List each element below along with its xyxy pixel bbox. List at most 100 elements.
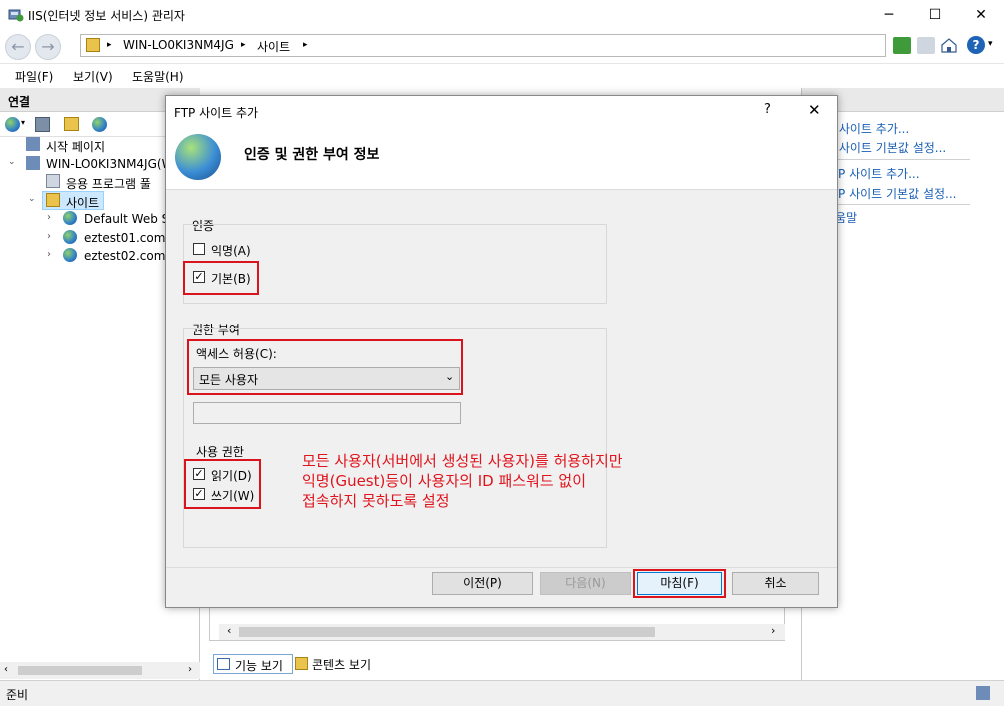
scroll-right-icon[interactable]: ›: [771, 624, 775, 637]
breadcrumb-server[interactable]: WIN-LO0KI3NM4JG: [123, 38, 234, 52]
breadcrumb-separator: ▸: [241, 40, 246, 50]
connect-icon[interactable]: [5, 117, 20, 132]
refresh-icon[interactable]: [893, 37, 911, 54]
anonymous-label[interactable]: 익명(A): [211, 242, 251, 259]
window-titlebar: IIS(인터넷 정보 서비스) 관리자 ─ ☐ ✕: [0, 0, 1004, 31]
website-globe-icon: [63, 230, 77, 244]
dialog-footer-divider: [166, 567, 837, 568]
scrollbar-thumb[interactable]: [239, 627, 655, 637]
permissions-label: 사용 권한: [196, 445, 244, 459]
app-pool-icon: [46, 174, 60, 188]
expand-icon[interactable]: ›: [47, 212, 51, 223]
tab-content-label: 콘텐츠 보기: [312, 658, 372, 672]
save-icon[interactable]: [35, 117, 50, 132]
breadcrumb-separator: ▸: [303, 40, 308, 50]
website-globe-icon: [63, 248, 77, 262]
collapse-icon[interactable]: ⌄: [8, 157, 16, 167]
dialog-title: FTP 사이트 추가: [174, 106, 259, 120]
globe-icon: [175, 134, 221, 180]
menu-file[interactable]: 파일(F): [15, 68, 53, 85]
actions-divider: [824, 204, 970, 205]
scrollbar-thumb[interactable]: [18, 666, 142, 675]
dialog-close-button[interactable]: ✕: [808, 101, 821, 119]
annotation-line-1: 모든 사용자(서버에서 생성된 사용자)를 허용하지만: [302, 452, 623, 470]
dialog-help-button[interactable]: ?: [764, 102, 771, 117]
add-ftp-site-dialog: FTP 사이트 추가 ? ✕ 인증 및 권한 부여 정보 인증 익명(A) ✓ …: [165, 95, 838, 608]
server-icon: [26, 156, 40, 170]
navigation-bar: ← → ▸ WIN-LO0KI3NM4JG ▸ 사이트 ▸ ? ▾: [0, 31, 1004, 61]
scroll-right-icon[interactable]: ›: [188, 664, 192, 675]
start-page-icon: [26, 137, 40, 151]
minimize-button[interactable]: ─: [866, 0, 912, 31]
status-text: 준비: [6, 688, 29, 702]
help-dropdown-icon[interactable]: ▾: [988, 39, 993, 49]
center-scrollbar[interactable]: ‹ ›: [219, 624, 785, 640]
expand-icon[interactable]: ›: [47, 249, 51, 260]
help-icon[interactable]: ?: [967, 36, 985, 54]
back-arrow-icon[interactable]: ←: [5, 34, 31, 60]
breadcrumb-sites[interactable]: 사이트: [257, 38, 290, 55]
connections-scrollbar[interactable]: ‹ ›: [0, 662, 200, 679]
close-button[interactable]: ✕: [958, 0, 1004, 31]
tree-sites[interactable]: 사이트: [66, 194, 99, 211]
status-server-icon: [976, 686, 990, 700]
access-dropdown[interactable]: 모든 사용자 ⌄: [193, 367, 460, 390]
tree-server[interactable]: WIN-LO0KI3NM4JG(W: [46, 157, 173, 171]
annotation-line-2: 익명(Guest)등이 사용자의 ID 패스워드 없이: [302, 472, 587, 490]
collapse-icon[interactable]: ⌄: [28, 194, 36, 204]
write-label[interactable]: 쓰기(W): [211, 487, 254, 504]
scroll-left-icon[interactable]: ‹: [227, 624, 231, 637]
connect-dropdown-icon[interactable]: ▾: [21, 118, 25, 127]
access-dropdown-value: 모든 사용자: [199, 373, 259, 387]
disconnect-icon[interactable]: [92, 117, 107, 132]
tree-site-eztest01[interactable]: eztest01.com: [84, 231, 165, 245]
previous-button[interactable]: 이전(P): [432, 572, 533, 595]
next-button[interactable]: 다음(N): [540, 572, 631, 595]
actions-divider: [824, 159, 970, 160]
basic-label[interactable]: 기본(B): [211, 270, 251, 287]
user-role-textbox[interactable]: [193, 402, 461, 424]
maximize-button[interactable]: ☐: [912, 0, 958, 31]
menu-view[interactable]: 보기(V): [73, 68, 113, 85]
tree-app-pools[interactable]: 응용 프로그램 풀: [66, 175, 151, 192]
finish-button[interactable]: 마침(F): [637, 572, 722, 595]
tab-features-view[interactable]: 기능 보기: [213, 654, 293, 674]
iis-app-icon: [8, 8, 24, 22]
expand-icon[interactable]: ›: [47, 231, 51, 242]
features-view-icon: [217, 658, 230, 670]
content-view-icon: [295, 657, 308, 670]
action-ftp-defaults[interactable]: FTP 사이트 기본값 설정...: [824, 185, 956, 202]
chevron-down-icon: ⌄: [445, 370, 455, 383]
tree-site-eztest02[interactable]: eztest02.com: [84, 249, 165, 263]
tab-content-view[interactable]: 콘텐츠 보기: [295, 655, 395, 673]
site-folder-icon: [86, 38, 100, 52]
annotation-line-3: 접속하지 못하도록 설정: [302, 492, 450, 510]
dialog-banner: 인증 및 권한 부여 정보: [166, 126, 837, 190]
status-bar: 준비: [0, 680, 1004, 706]
basic-checkbox[interactable]: ✓: [193, 271, 205, 283]
up-folder-icon[interactable]: [64, 117, 79, 131]
anonymous-checkbox[interactable]: [193, 243, 205, 255]
access-label: 액세스 허용(C):: [196, 347, 277, 361]
action-website-defaults[interactable]: 웹 사이트 기본값 설정...: [824, 139, 946, 156]
action-add-ftp-site[interactable]: FTP 사이트 추가...: [824, 165, 920, 182]
menu-bar: 파일(F) 보기(V) 도움말(H): [0, 63, 1004, 87]
dialog-heading: 인증 및 권한 부여 정보: [244, 147, 380, 163]
tree-start-page[interactable]: 시작 페이지: [46, 138, 105, 155]
menu-help[interactable]: 도움말(H): [132, 68, 184, 85]
scroll-left-icon[interactable]: ‹: [4, 664, 8, 675]
write-checkbox[interactable]: ✓: [193, 488, 205, 500]
sites-folder-icon: [46, 193, 60, 207]
breadcrumb-separator: ▸: [107, 40, 112, 50]
cancel-button[interactable]: 취소: [732, 572, 819, 595]
read-checkbox[interactable]: ✓: [193, 468, 205, 480]
address-bar[interactable]: ▸ WIN-LO0KI3NM4JG ▸ 사이트 ▸: [80, 34, 886, 57]
forward-arrow-icon[interactable]: →: [35, 34, 61, 60]
stop-icon[interactable]: [917, 37, 935, 54]
tree-site-default[interactable]: Default Web Si: [84, 212, 173, 226]
window-title: IIS(인터넷 정보 서비스) 관리자: [28, 9, 185, 23]
dialog-titlebar: FTP 사이트 추가 ? ✕: [166, 96, 837, 126]
read-label[interactable]: 읽기(D): [211, 467, 252, 484]
tab-features-label: 기능 보기: [235, 659, 283, 673]
home-icon[interactable]: [940, 37, 958, 54]
